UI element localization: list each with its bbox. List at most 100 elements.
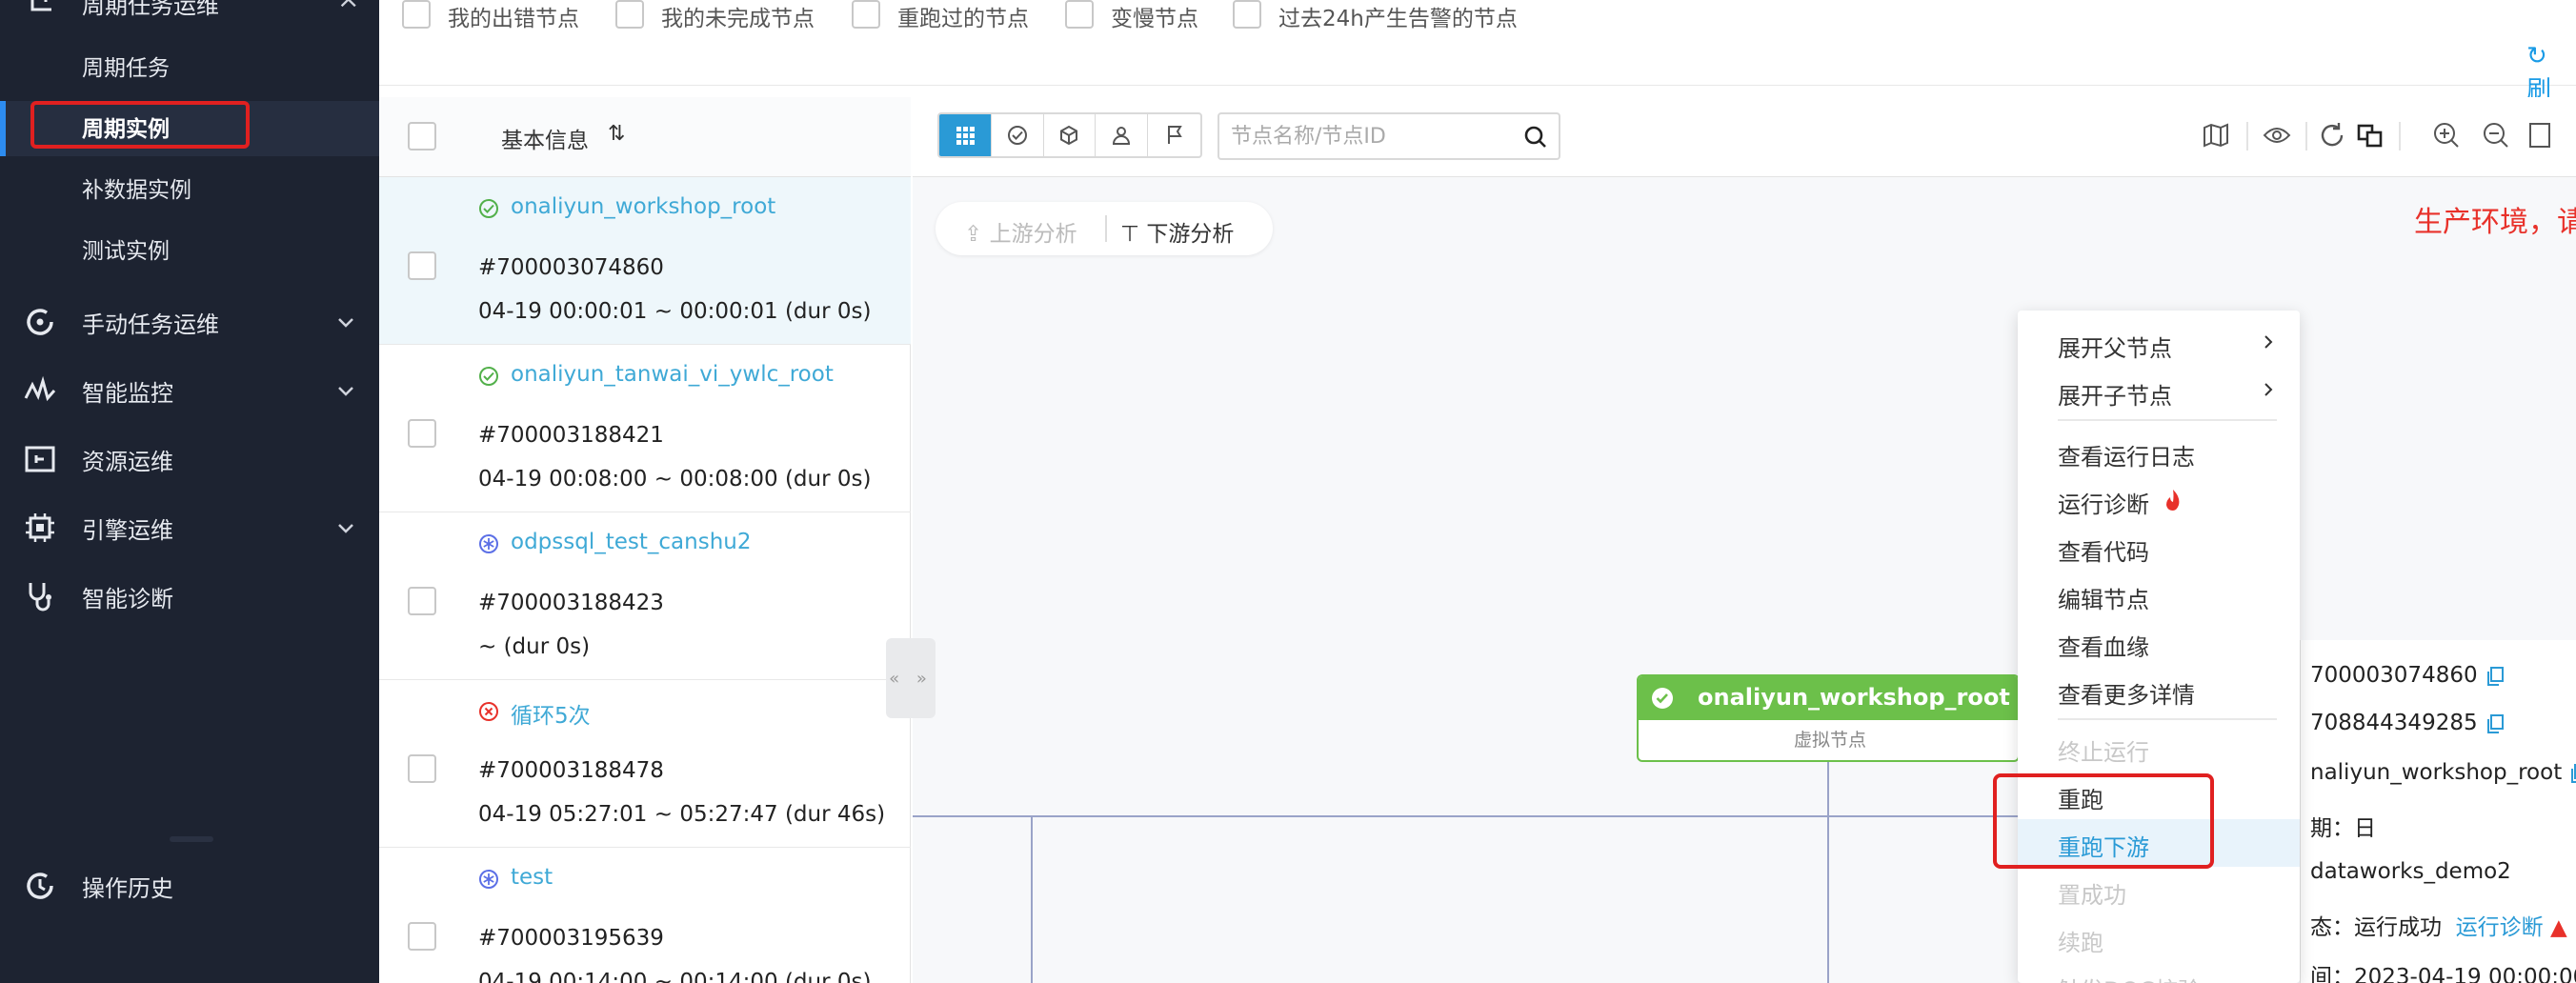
history-icon bbox=[27, 873, 53, 899]
sidebar-item-cycle-task[interactable]: 周期任务 bbox=[82, 50, 170, 88]
sidebar-item-backfill-instance[interactable]: 补数据实例 bbox=[82, 171, 191, 210]
detail-time: 间：2023-04-19 00:00:00 bbox=[2310, 965, 2576, 983]
node-search-input[interactable] bbox=[1231, 122, 1507, 150]
owner-filter-button[interactable] bbox=[1096, 114, 1149, 156]
canvas-toolbar bbox=[913, 97, 2576, 177]
dag-node[interactable]: onaliyun_workshop_root 虚拟节点 bbox=[1637, 674, 2020, 762]
sidebar-group-header[interactable]: 周期任务运维 × bbox=[0, 0, 379, 19]
filter-label: 重跑过的节点 bbox=[897, 7, 1029, 31]
list-item[interactable]: onaliyun_workshop_root #700003074860 04-… bbox=[379, 177, 911, 345]
row-checkbox[interactable] bbox=[408, 419, 436, 448]
success-status-icon bbox=[479, 199, 498, 218]
sidebar-item-engine[interactable]: 引擎运维 bbox=[0, 501, 379, 554]
filter-checkbox-slow[interactable] bbox=[1065, 0, 1094, 29]
instance-id: #700003074860 bbox=[478, 255, 664, 280]
failed-status-icon bbox=[479, 702, 498, 721]
context-menu: 展开父节点 展开子节点 查看运行日志 运行诊断 查看代码 编辑节点 查看血缘 查… bbox=[2018, 311, 2300, 983]
grid-view-button[interactable] bbox=[939, 114, 992, 156]
sidebar-item-test-instance[interactable]: 测试实例 bbox=[82, 232, 170, 271]
filter-checkbox-rerun[interactable] bbox=[852, 0, 880, 29]
copy-icon[interactable] bbox=[2569, 763, 2576, 784]
instance-name-link[interactable]: onaliyun_workshop_root bbox=[511, 194, 775, 219]
chevron-right-icon bbox=[2264, 335, 2273, 349]
copy-icon[interactable] bbox=[2485, 666, 2505, 687]
instance-time: 04-19 00:08:00 ~ 00:08:00 (dur 0s) bbox=[478, 467, 872, 492]
upstream-label: 上游分析 bbox=[989, 222, 1077, 247]
sidebar-item-label: 资源运维 bbox=[82, 448, 173, 475]
fire-icon bbox=[2166, 490, 2180, 511]
row-checkbox[interactable] bbox=[408, 754, 436, 783]
menu-item-label: 运行诊断 bbox=[2058, 492, 2149, 518]
instance-name-link[interactable]: odpssql_test_canshu2 bbox=[511, 530, 751, 554]
menu-item-view-code[interactable]: 查看代码 bbox=[2018, 524, 2300, 572]
row-checkbox[interactable] bbox=[408, 922, 436, 951]
fire-icon: ▲ bbox=[2549, 915, 2567, 940]
filter-checkbox-my-incomplete[interactable] bbox=[615, 0, 644, 29]
menu-item-resume: 续跑 bbox=[2018, 914, 2300, 962]
copy-icon[interactable] bbox=[2485, 713, 2505, 734]
row-checkbox[interactable] bbox=[408, 251, 436, 280]
dag-edge bbox=[1827, 762, 1829, 983]
filter-checkbox-my-errors[interactable] bbox=[402, 0, 431, 29]
detail-value: 态：运行成功 bbox=[2310, 915, 2442, 940]
downstream-analysis-button[interactable]: ⊤ 下游分析 bbox=[1120, 215, 1234, 248]
list-item[interactable]: test #700003195639 04-19 00:14:00 ~ 00:1… bbox=[379, 848, 911, 983]
instance-id: #700003188421 bbox=[478, 423, 664, 448]
menu-item-expand-children[interactable]: 展开子节点 bbox=[2018, 368, 2300, 415]
dag-node-header: onaliyun_workshop_root bbox=[1639, 676, 2018, 720]
filter-label: 过去24h产生告警的节点 bbox=[1278, 7, 1518, 31]
instance-name-link[interactable]: onaliyun_tanwai_vi_ywlc_root bbox=[511, 362, 834, 387]
instance-name-link[interactable]: test bbox=[511, 865, 553, 890]
success-status-icon bbox=[1652, 688, 1673, 709]
run-diagnosis-link[interactable]: 运行诊断 bbox=[2456, 915, 2544, 940]
row-checkbox[interactable] bbox=[408, 587, 436, 615]
sidebar-resize-handle[interactable] bbox=[170, 836, 213, 842]
menu-item-label: 查看代码 bbox=[2058, 539, 2149, 566]
status-filter-button[interactable] bbox=[992, 114, 1044, 156]
zoom-out-icon[interactable] bbox=[2481, 120, 2511, 150]
list-item[interactable]: 循环5次 #700003188478 04-19 05:27:01 ~ 05:2… bbox=[379, 680, 911, 848]
detail-node-name: naliyun_workshop_root bbox=[2310, 760, 2576, 785]
sidebar-item-manual-task[interactable]: 手动任务运维 bbox=[0, 295, 379, 349]
select-all-checkbox[interactable] bbox=[408, 122, 436, 150]
menu-item-more-details[interactable]: 查看更多详情 bbox=[2018, 667, 2300, 714]
sidebar-item-smart-diagnosis[interactable]: 智能诊断 bbox=[0, 570, 379, 623]
menu-item-view-log[interactable]: 查看运行日志 bbox=[2018, 429, 2300, 476]
instance-name-link[interactable]: 循环5次 bbox=[511, 697, 591, 730]
sort-icon[interactable]: ⇅ bbox=[608, 122, 625, 146]
sidebar-item-resource[interactable]: 资源运维 bbox=[0, 432, 379, 486]
menu-item-label: 查看运行日志 bbox=[2058, 444, 2195, 471]
sidebar-item-history[interactable]: 操作历史 bbox=[0, 859, 379, 913]
fit-view-icon[interactable] bbox=[2523, 120, 2553, 150]
manual-task-icon bbox=[27, 309, 53, 335]
close-icon[interactable]: × bbox=[337, 0, 359, 14]
layout-icon[interactable] bbox=[2355, 120, 2385, 150]
list-item[interactable]: onaliyun_tanwai_vi_ywlc_root #7000031884… bbox=[379, 345, 911, 512]
node-type-button[interactable] bbox=[1044, 114, 1097, 156]
upstream-analysis-button[interactable]: ⇪ 上游分析 bbox=[964, 215, 1077, 248]
download-icon: ⊤ bbox=[1120, 222, 1147, 247]
filter-checkbox-alerts-24h[interactable] bbox=[1233, 0, 1261, 29]
list-item[interactable]: odpssql_test_canshu2 #700003188423 ~ (du… bbox=[379, 512, 911, 680]
engine-chip-icon bbox=[26, 513, 54, 542]
menu-item-run-diagnosis[interactable]: 运行诊断 bbox=[2018, 476, 2300, 524]
toolbar-divider bbox=[2399, 122, 2401, 150]
sidebar-item-smart-monitor[interactable]: 智能监控 bbox=[0, 364, 379, 417]
menu-item-view-lineage[interactable]: 查看血缘 bbox=[2018, 619, 2300, 667]
refresh-button[interactable]: ↻ 刷 bbox=[2526, 42, 2576, 106]
active-indicator bbox=[0, 101, 6, 156]
instance-time: ~ (dur 0s) bbox=[478, 634, 591, 659]
detail-cycle: 期：日 bbox=[2310, 816, 2376, 841]
menu-item-edit-node[interactable]: 编辑节点 bbox=[2018, 572, 2300, 619]
eye-icon[interactable] bbox=[2262, 120, 2292, 150]
map-icon[interactable] bbox=[2201, 120, 2231, 150]
menu-item-label: 终止运行 bbox=[2058, 739, 2149, 766]
zoom-in-icon[interactable] bbox=[2431, 120, 2462, 150]
flag-filter-button[interactable] bbox=[1148, 114, 1200, 156]
menu-item-expand-parents[interactable]: 展开父节点 bbox=[2018, 320, 2300, 368]
pane-collapse-handle[interactable]: « » bbox=[886, 638, 936, 718]
menu-item-label: 触发DQC校验 bbox=[2058, 972, 2201, 983]
search-icon[interactable] bbox=[1522, 124, 1549, 150]
stethoscope-icon bbox=[29, 583, 51, 612]
refresh-icon[interactable] bbox=[2317, 120, 2347, 150]
